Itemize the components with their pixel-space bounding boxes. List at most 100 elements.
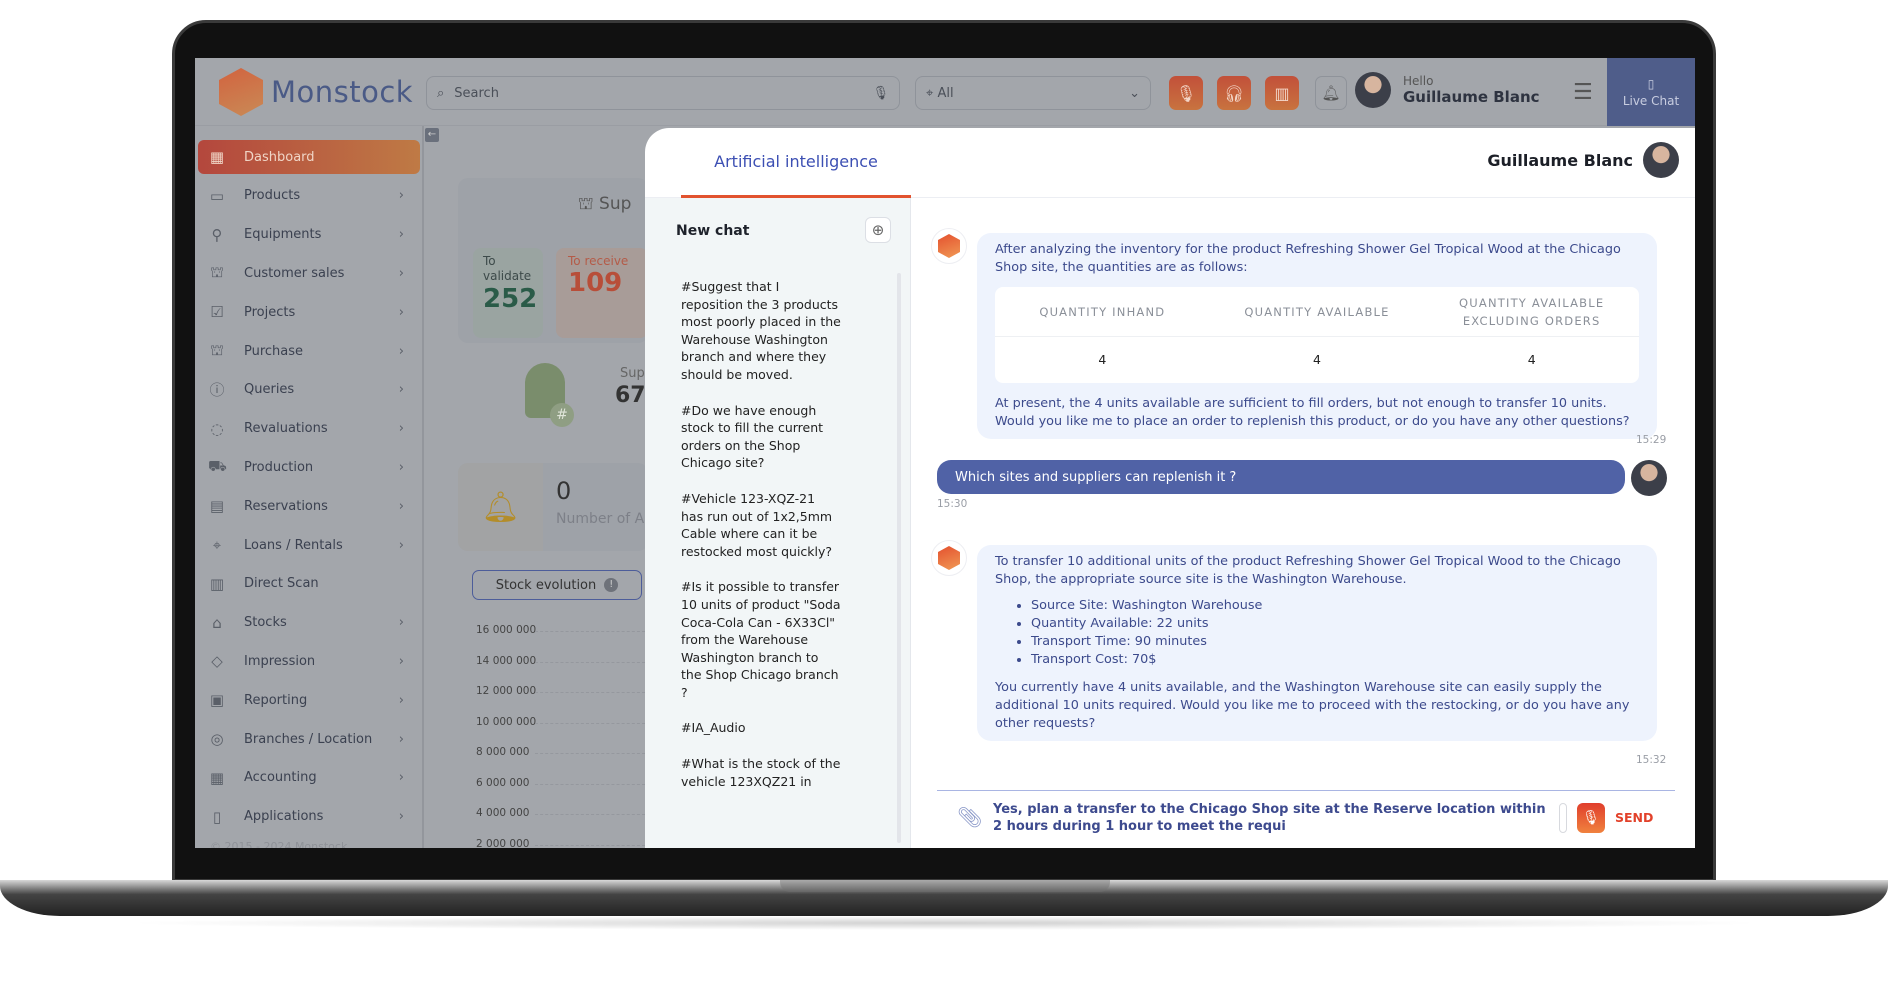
collapse-sidebar-icon[interactable]: ← (425, 128, 439, 142)
sidebar-item-production[interactable]: ⛟ Production › (198, 450, 420, 484)
greeting: Hello (1403, 74, 1434, 88)
bell-alert-icon: 🔔︎ (458, 463, 543, 551)
voice-button[interactable]: 🎙︎ (1169, 76, 1203, 110)
chevron-right-icon: › (398, 498, 404, 514)
table-cell: 4 (1527, 352, 1536, 367)
pin-icon: ⌖ (212, 536, 222, 554)
to-validate-value: 252 (483, 284, 538, 314)
sidebar-item-accounting[interactable]: ▦ Accounting › (198, 761, 420, 795)
sidebar-item-projects[interactable]: ☑ Projects › (198, 295, 420, 329)
menu-icon[interactable]: ☰ (1573, 80, 1593, 105)
sidebar-item-label: Reporting (244, 692, 308, 708)
chevron-right-icon: › (398, 265, 404, 281)
y-tick-label: 2 000 000 (476, 837, 530, 849)
sidebar-item-purchase[interactable]: ⛫ Purchase › (198, 334, 420, 368)
sidebar-item-stocks[interactable]: ⌂ Stocks › (198, 606, 420, 640)
input-scrollbar[interactable] (1559, 803, 1567, 833)
sidebar-item-products[interactable]: ▭ Products › (198, 179, 420, 213)
user-name: Guillaume Blanc (1403, 88, 1540, 106)
live-chat-button[interactable]: ▯ Live Chat (1607, 58, 1695, 126)
sidebar-item-equipments[interactable]: ⚲ Equipments › (198, 218, 420, 252)
send-button[interactable]: SEND (1615, 810, 1653, 825)
sidebar-item-revaluations[interactable]: ◌ Revaluations › (198, 412, 420, 446)
to-receive-value: 109 (568, 268, 623, 298)
location-icon: ◎ (210, 730, 224, 748)
history-scrollbar[interactable] (897, 273, 901, 843)
chat-history-item[interactable]: #Do we have enough stock to fill the cur… (681, 402, 841, 472)
message-text: You currently have 4 units available, an… (995, 680, 1630, 731)
message-input[interactable]: Yes, plan a transfer to the Chicago Shop… (993, 801, 1553, 835)
chat-history-list: #Suggest that I reposition the 3 product… (681, 278, 841, 808)
sidebar-item-impression[interactable]: ◇ Impression › (198, 644, 420, 678)
y-tick-label: 14 000 000 (476, 654, 537, 667)
chat-history-item[interactable]: #Suggest that I reposition the 3 product… (681, 278, 841, 384)
notifications-button[interactable]: 🔔︎ (1315, 76, 1347, 110)
chat-history-pane: New chat ⊕ #Suggest that I reposition th… (645, 198, 911, 848)
message-timestamp: 15:32 (1636, 754, 1667, 766)
chat-history-item[interactable]: #Is it possible to transfer 10 units of … (681, 578, 841, 701)
y-tick-label: 4 000 000 (476, 807, 530, 819)
message-composer: 📎︎ Yes, plan a transfer to the Chicago S… (937, 790, 1675, 848)
message-text: To transfer 10 additional units of the p… (995, 554, 1621, 587)
user-profile[interactable]: Hello Guillaume Blanc (1355, 72, 1540, 108)
logo-text: Monstock (271, 75, 414, 109)
sidebar-item-branches-location[interactable]: ◎ Branches / Location › (198, 722, 420, 756)
search-icon: ⌕ (437, 85, 445, 101)
sidebar-item-customer-sales[interactable]: ⛫ Customer sales › (198, 256, 420, 290)
sidebar-item-dashboard[interactable]: ▦ Dashboard (198, 140, 420, 174)
stock-evolution-button[interactable]: Stock evolution ! (472, 570, 642, 600)
chat-history-item[interactable]: #Vehicle 123-XQZ-21 has run out of 1x2,5… (681, 490, 841, 560)
sidebar-item-reporting[interactable]: ▣ Reporting › (198, 683, 420, 717)
to-validate-tile[interactable]: To validate 252 (473, 248, 543, 338)
to-receive-label: To receive (568, 254, 629, 268)
sidebar-item-direct-scan[interactable]: ▥ Direct Scan (198, 567, 420, 601)
search-placeholder: Search (454, 85, 499, 101)
paperclip-icon[interactable]: 📎︎ (957, 805, 982, 829)
chat-history-item[interactable]: #What is the stock of the vehicle 123XQZ… (681, 755, 841, 790)
logo[interactable]: Monstock (219, 68, 413, 116)
user-message: Which sites and suppliers can replenish … (937, 460, 1625, 494)
chevron-right-icon: › (398, 809, 404, 825)
sidebar-item-label: Customer sales (244, 265, 345, 281)
hash-icon: # (550, 403, 574, 427)
ai-chat-modal: Artificial intelligence Guillaume Blanc … (645, 128, 1695, 848)
mic-icon[interactable]: 🎙︎ (872, 86, 889, 101)
alerts-value: 0 (556, 477, 572, 505)
headset-button[interactable]: 🎧︎ (1217, 76, 1251, 110)
transfer-details-list: Source Site: Washington Warehouse Quanti… (1031, 597, 1639, 669)
voice-input-button[interactable]: 🎙︎ (1577, 803, 1605, 833)
sidebar-item-reservations[interactable]: ▤ Reservations › (198, 489, 420, 523)
new-chat-button[interactable]: ⊕ (865, 217, 891, 243)
laptop-shadow (120, 916, 1770, 930)
site-select[interactable]: ⌖ All ⌄ (915, 76, 1151, 110)
sidebar-item-label: Stocks (244, 615, 287, 631)
chevron-right-icon: › (398, 382, 404, 398)
stock-evolution-label: Stock evolution (495, 577, 597, 593)
plus-circle-icon: ⊕ (871, 221, 885, 239)
wrench-icon: ⚲ (211, 225, 223, 244)
sidebar-item-queries[interactable]: ⓘ Queries › (198, 373, 420, 407)
grid-line (535, 844, 645, 846)
chevron-right-icon: › (398, 188, 404, 204)
sidebar-item-loans-rentals[interactable]: ⌖ Loans / Rentals › (198, 528, 420, 562)
sidebar-item-label: Branches / Location (244, 731, 373, 747)
top-bar: Monstock ⌕ Search 🎙︎ ⌖ All ⌄ 🎙︎ 🎧︎ ▥ 🔔︎ … (195, 58, 1695, 126)
box-icon: ▭ (209, 186, 225, 205)
bot-message: After analyzing the inventory for the pr… (977, 233, 1657, 439)
microphone-icon: 🎙︎ (1582, 810, 1600, 826)
sidebar: ▦ Dashboard ▭ Products › ⚲ Equipments › ⛫ Custome… (195, 126, 422, 848)
to-receive-tile[interactable]: To receive 109 (556, 248, 648, 338)
search-input[interactable]: ⌕ Search 🎙︎ (426, 76, 900, 110)
store-in-icon: ⛫ (210, 341, 224, 359)
chat-history-item[interactable]: #IA_Audio (681, 719, 841, 737)
sidebar-item-label: Loans / Rentals (244, 537, 343, 553)
microphone-icon: 🎙︎ (1175, 83, 1197, 103)
store-out-icon: ⛫ (210, 263, 224, 282)
grid-line (535, 814, 645, 815)
chevron-right-icon: › (398, 692, 404, 708)
tab-artificial-intelligence[interactable]: Artificial intelligence (681, 128, 911, 198)
table-header: QUANTITY AVAILABLE EXCLUDING ORDERS (1424, 287, 1639, 337)
sidebar-divider (422, 126, 424, 848)
scan-button[interactable]: ▥ (1265, 76, 1299, 110)
sidebar-item-applications[interactable]: ▯ Applications › (198, 800, 420, 834)
